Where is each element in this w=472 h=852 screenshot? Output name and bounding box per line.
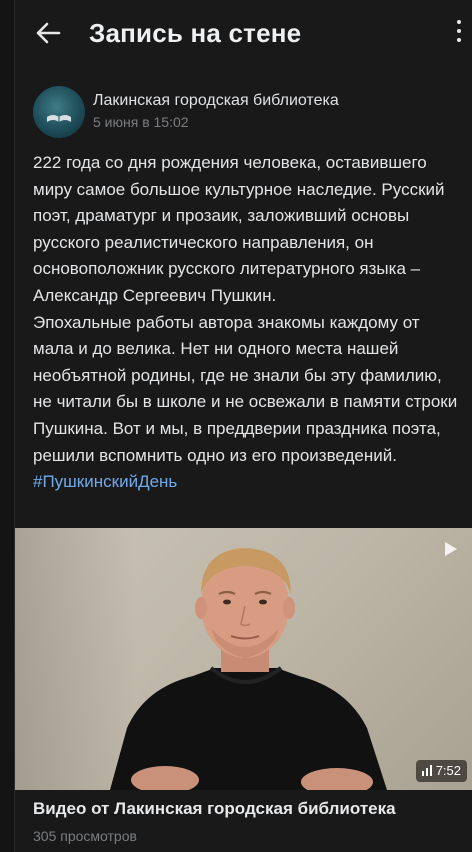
- hashtag-link[interactable]: #ПушкинскийДень: [33, 472, 177, 491]
- video-views: 305 просмотров: [33, 828, 137, 844]
- video-play-icon[interactable]: [439, 538, 461, 560]
- author-name[interactable]: Лакинская городская библиотека: [93, 92, 339, 110]
- video-thumbnail-person: [110, 548, 387, 790]
- library-logo-icon: [47, 115, 71, 122]
- post-paragraph-2-text: Эпохальные работы автора знакомы каждому…: [33, 312, 458, 465]
- video-player[interactable]: 7:52: [15, 528, 472, 790]
- post-paragraph-2: Эпохальные работы автора знакомы каждому…: [33, 310, 463, 496]
- post-date[interactable]: 5 июня в 15:02: [93, 114, 189, 130]
- video-duration-badge: 7:52: [415, 760, 467, 782]
- page-title: Запись на стене: [89, 18, 302, 48]
- video-duration: 7:52: [435, 763, 461, 778]
- back-arrow-icon[interactable]: [33, 18, 63, 48]
- post-text: 222 года со дня рождения человека, остав…: [33, 150, 463, 496]
- signal-bars-icon: [421, 765, 432, 776]
- post-paragraph-1: 222 года со дня рождения человека, остав…: [33, 153, 445, 305]
- top-bar: Запись на стене: [14, 0, 472, 68]
- app-frame: Запись на стене Лакинская городская библ…: [0, 0, 472, 852]
- more-options-icon[interactable]: [453, 20, 465, 48]
- video-title[interactable]: Видео от Лакинская городская библиотека: [33, 799, 396, 819]
- wall-post: Лакинская городская библиотека 5 июня в …: [14, 68, 472, 852]
- avatar[interactable]: [33, 86, 85, 138]
